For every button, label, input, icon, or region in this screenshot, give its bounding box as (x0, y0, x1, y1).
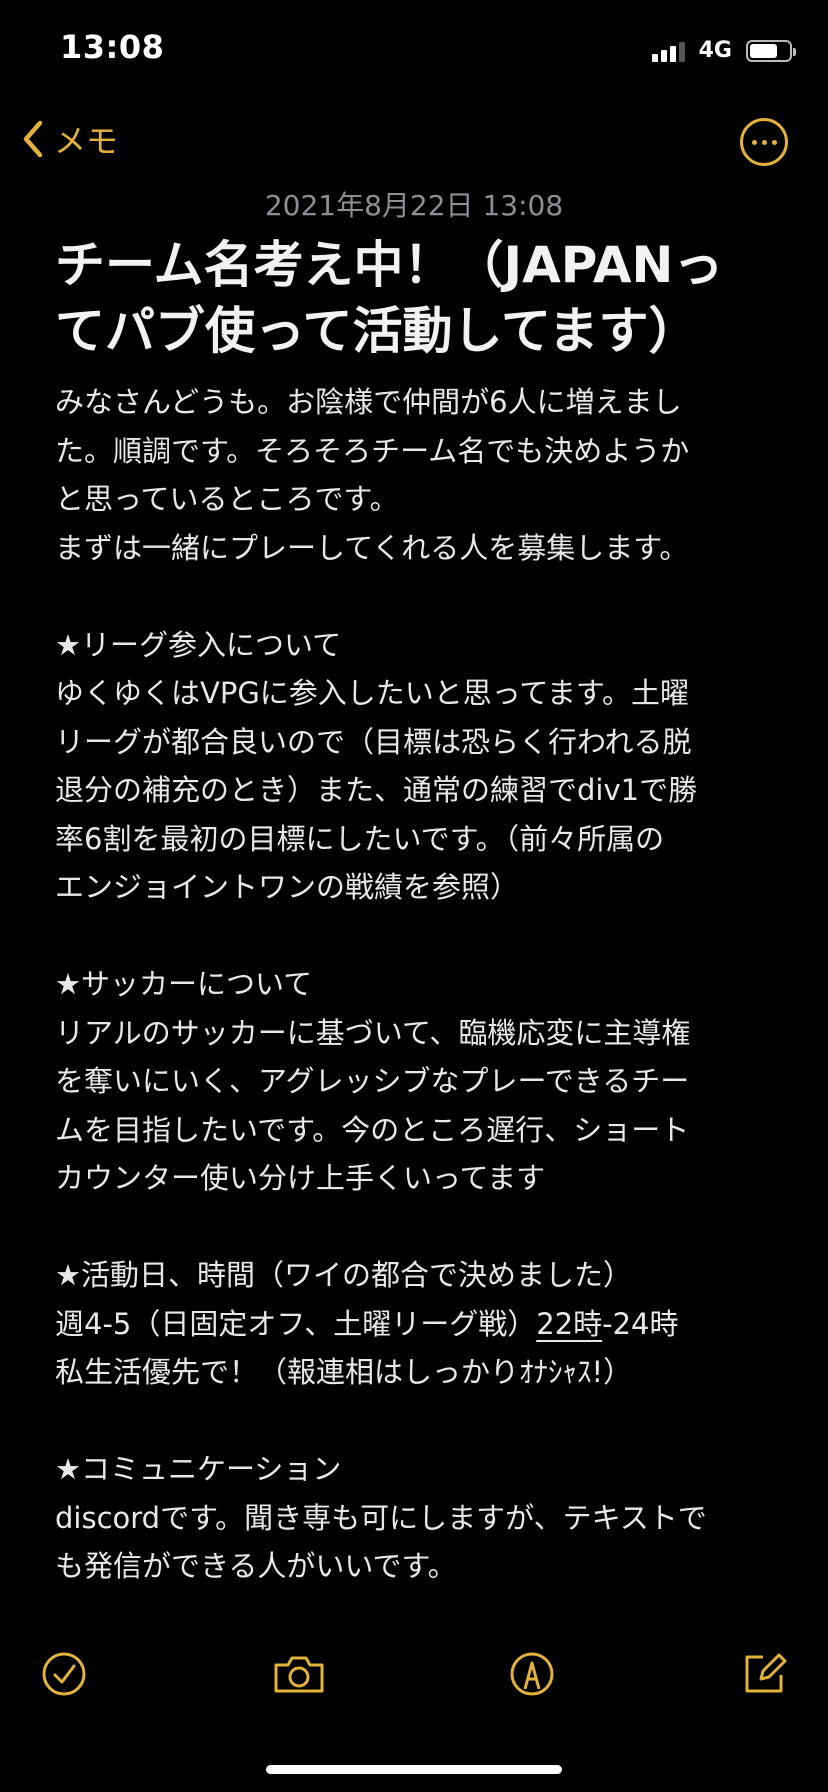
note-line: た。順調です。そろそろチーム名でも決めようか (55, 433, 690, 468)
status-time: 13:08 (60, 28, 165, 66)
checklist-icon (42, 1652, 86, 1696)
note-body[interactable]: みなさんどうも。お陰様で仲間が6人に増えまし た。順調です。そろそろチーム名でも… (55, 378, 785, 1591)
note-date: 2021年8月22日 13:08 (264, 189, 564, 222)
note-line: まずは一緒にプレーしてくれる人を募集します。 (55, 530, 689, 565)
markup-button[interactable] (508, 1650, 556, 1698)
battery-level (750, 43, 777, 58)
checklist-button[interactable] (40, 1650, 88, 1698)
back-button[interactable]: メモ (22, 116, 118, 162)
note-section-heading: ★コミュニケーション (55, 1452, 342, 1486)
note-line: みなさんどうも。お陰様で仲間が6人に増えまし (55, 385, 682, 419)
note-section-heading: ★サッカーについて (55, 967, 313, 1001)
note-line: リアルのサッカーに基づいて、臨機応変に主導権 (55, 1015, 691, 1050)
note-line: を奪いにいく、アグレッシブなプレーできるチー (55, 1064, 690, 1098)
status-indicators: 4G (651, 38, 796, 63)
camera-button[interactable] (272, 1650, 326, 1698)
cellular-signal-icon (651, 40, 685, 62)
note-line: 私生活優先で！（報連相はしっかりｵﾅｼｬｽ!） (55, 1355, 633, 1389)
note-title[interactable]: チーム名考え中！（JAPANっ てパブ使って活動してます） (55, 232, 785, 364)
chevron-left-icon (23, 120, 43, 158)
schedule-prefix: 週4-5（日固定オフ、土曜リーグ戦） (55, 1306, 537, 1341)
note-line: リーグが都合良いので（目標は恐らく行われる脱 (55, 724, 692, 759)
note-line: も発信ができる人がいいです。 (55, 1549, 457, 1583)
status-bar: 13:08 4G (0, 0, 828, 100)
note-line: ゆくゆくはVPGに参入したいと思ってます。土曜 (55, 676, 689, 710)
note-line: と思っているところです。 (55, 482, 399, 516)
note-title-line: チーム名考え中！（JAPANっ (55, 236, 724, 294)
bottom-toolbar (0, 1650, 828, 1710)
compose-button[interactable] (740, 1650, 788, 1698)
note-line: カウンター使い分け上手くいってます (55, 1161, 546, 1195)
home-indicator[interactable] (266, 1765, 562, 1774)
note-title-line: てパブ使って活動してます） (55, 302, 699, 360)
note-line: 退分の補充のとき）また、通常の練習でdiv1で勝 (55, 773, 698, 807)
note-blank-line (55, 572, 785, 621)
note-blank-line (55, 912, 785, 961)
back-button-label: メモ (54, 122, 119, 160)
markup-pen-icon (510, 1652, 554, 1696)
note-schedule-line: 週4-5（日固定オフ、土曜リーグ戦）22時-24時 (55, 1300, 785, 1349)
ellipsis-dot (761, 139, 767, 145)
camera-icon (274, 1656, 324, 1693)
schedule-suffix: -24時 (602, 1306, 679, 1341)
network-type: 4G (698, 38, 732, 63)
note-line: discordです。聞き専も可にしますが、テキストで (55, 1500, 707, 1535)
note-section-heading: ★リーグ参入について (55, 627, 342, 662)
note-line: ムを目指したいです。今のところ遅行、ショート (55, 1112, 690, 1147)
note-blank-line (55, 1397, 785, 1446)
compose-icon (745, 1653, 787, 1693)
more-options-button[interactable] (740, 118, 788, 166)
ellipsis-icon (751, 139, 757, 145)
note-blank-line (55, 1203, 785, 1252)
note-line: エンジョイントワンの戦績を参照） (55, 870, 520, 904)
note-section-heading: ★活動日、時間（ワイの都合で決めました） (55, 1258, 632, 1292)
note-line: 率6割を最初の目標にしたいです。（前々所属の (55, 821, 665, 856)
ellipsis-dot (771, 139, 777, 145)
battery-icon (746, 39, 796, 62)
schedule-time-link[interactable]: 22時 (536, 1307, 602, 1341)
